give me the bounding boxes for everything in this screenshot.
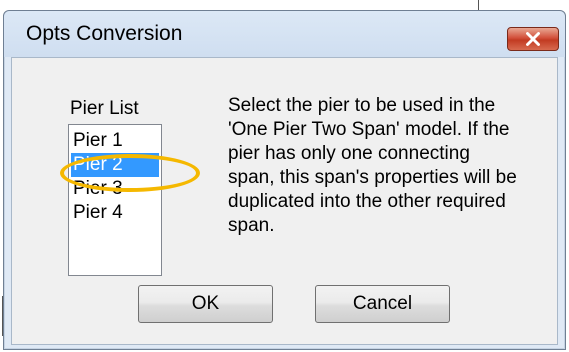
instruction-line: Select the pier to be used in the	[228, 95, 496, 116]
instruction-line: duplicated into the other required	[228, 191, 506, 212]
instruction-line: 'One Pier Two Span' model. If the	[228, 119, 510, 140]
list-item-pier-2[interactable]: Pier 2	[71, 153, 159, 177]
instruction-line: span, this span's properties will be	[228, 167, 517, 188]
instruction-line: pier has only one connecting	[228, 143, 470, 164]
pier-list-label: Pier List	[70, 98, 139, 119]
opts-conversion-dialog: Opts Conversion Pier List Pier 1 Pier 2 …	[3, 10, 566, 350]
dialog-body: Pier List Pier 1 Pier 2 Pier 3 Pier 4 Se…	[11, 57, 558, 345]
cancel-button[interactable]: Cancel	[315, 285, 450, 323]
screen: Opts Conversion Pier List Pier 1 Pier 2 …	[0, 0, 569, 352]
title-bar[interactable]: Opts Conversion	[4, 11, 565, 57]
list-item-pier-4[interactable]: Pier 4	[73, 201, 123, 225]
list-item-pier-1[interactable]: Pier 1	[73, 129, 123, 153]
instruction-text: Select the pier to be used in the 'One P…	[228, 94, 558, 238]
pier-listbox[interactable]: Pier 1 Pier 2 Pier 3 Pier 4	[68, 124, 162, 276]
close-button[interactable]	[507, 27, 559, 51]
instruction-line: span.	[228, 215, 275, 236]
close-icon	[526, 32, 540, 46]
dialog-title: Opts Conversion	[26, 22, 183, 45]
ok-button[interactable]: OK	[138, 285, 273, 323]
list-item-pier-3[interactable]: Pier 3	[73, 177, 123, 201]
